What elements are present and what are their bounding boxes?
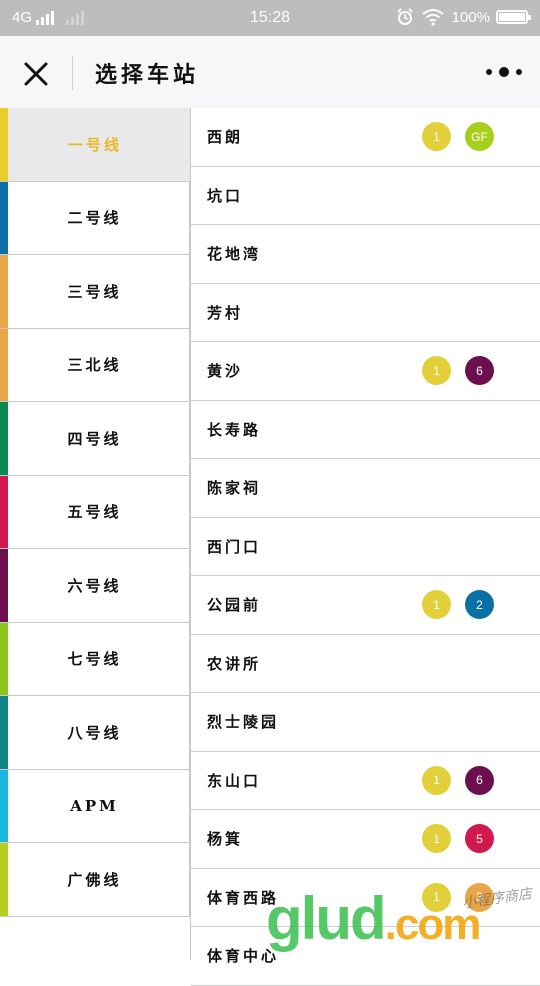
line-color-bar <box>0 549 8 622</box>
nav-divider <box>72 56 73 90</box>
line-badge: 6 <box>465 765 494 795</box>
station-row[interactable]: 芳村 <box>191 284 540 342</box>
line-menu-item[interactable]: 四号线 <box>0 402 190 476</box>
close-icon[interactable] <box>20 58 52 90</box>
more-dot-icon <box>486 69 492 75</box>
transfer-badges: 16 <box>408 356 494 385</box>
station-name: 东山口 <box>207 771 262 790</box>
station-row[interactable]: 杨箕 1 5 <box>191 810 540 869</box>
watermark-brand: glud.com <box>266 884 481 953</box>
line-color-bar <box>0 475 8 548</box>
battery-icon <box>496 10 531 24</box>
station-row[interactable]: 公园前 1 2 <box>191 576 540 635</box>
line-label: 三北线 <box>67 356 122 375</box>
alarm-icon <box>396 8 413 25</box>
line-label: APM <box>70 796 119 815</box>
more-dot-icon <box>516 69 522 75</box>
line-color-bar <box>0 255 8 328</box>
line-label: 一号线 <box>67 135 122 154</box>
line-menu-item[interactable]: 一号线 <box>0 108 190 182</box>
watermark-logo: glud.com 小程序商店 <box>266 884 540 960</box>
navigation-bar: 选择车站 <box>0 36 540 108</box>
line-menu-item[interactable]: 六号线 <box>0 549 190 623</box>
station-row[interactable]: 花地湾 <box>191 225 540 284</box>
battery-level-fill <box>499 13 525 21</box>
line-label: 六号线 <box>67 576 122 595</box>
line-color-bar <box>0 181 8 254</box>
status-right: 100% <box>396 8 531 26</box>
line-badge: 6 <box>465 356 494 385</box>
metro-lines-menu: 一号线二号线三号线三北线四号线五号线六号线七号线八号线 APM 广佛线 <box>0 108 190 960</box>
station-name: 长寿路 <box>207 420 262 439</box>
station-row[interactable]: 东山口 1 6 <box>191 752 540 810</box>
station-row[interactable]: 西朗 1 GF <box>191 108 540 167</box>
station-name: 西门口 <box>207 537 262 556</box>
line-badge: 1 <box>422 356 451 385</box>
transfer-badges: 1 GF <box>408 122 494 151</box>
station-name: 农讲所 <box>207 654 262 673</box>
line-color-bar <box>0 696 8 769</box>
line-menu-item[interactable]: 三号线 <box>0 255 190 329</box>
station-row[interactable]: 农讲所 <box>191 635 540 693</box>
line-menu-item[interactable]: 五号线 <box>0 475 190 549</box>
station-name: 公园前 <box>207 596 262 615</box>
line-label: 七号线 <box>67 650 122 669</box>
line-label: 四号线 <box>67 429 122 448</box>
station-name: 芳村 <box>207 303 244 322</box>
more-options-button[interactable] <box>486 64 522 80</box>
station-row[interactable]: 西门口 <box>191 518 540 576</box>
line-badge: 1 <box>422 765 451 795</box>
line-color-bar <box>0 622 8 695</box>
station-row[interactable]: 坑口 <box>191 167 540 225</box>
station-name: 花地湾 <box>207 245 262 264</box>
line-badge: 1 <box>422 824 451 853</box>
battery-percent: 100% <box>451 8 490 26</box>
line-color-bar <box>0 402 8 475</box>
line-label: 三号线 <box>67 282 122 301</box>
line-badge: 2 <box>465 590 494 619</box>
station-row[interactable]: 黄沙 1 6 <box>191 342 540 401</box>
transfer-badges: 12 <box>408 590 494 619</box>
line-badge: 1 <box>422 590 451 619</box>
line-badge: GF <box>465 122 494 151</box>
line-menu-item[interactable]: 二号线 <box>0 181 190 255</box>
line-color-bar <box>0 843 8 916</box>
line-menu-item[interactable]: 三北线 <box>0 328 190 402</box>
line-menu-item[interactable]: 广佛线 <box>0 843 190 917</box>
line-label: 五号线 <box>67 503 122 522</box>
line-badge: 1 <box>422 122 451 151</box>
station-row[interactable]: 陈家祠 <box>191 459 540 518</box>
station-name: 西朗 <box>207 128 244 147</box>
station-name: 烈士陵园 <box>207 713 280 732</box>
transfer-badges: 16 <box>408 765 494 795</box>
station-name: 坑口 <box>207 186 244 205</box>
status-bar: 4G 15:28 100% <box>0 0 540 36</box>
line-badge: 5 <box>465 824 494 853</box>
line-menu-item[interactable]: 八号线 <box>0 696 190 770</box>
station-name: 黄沙 <box>207 362 244 381</box>
station-name: 陈家祠 <box>207 479 262 498</box>
line-label: 二号线 <box>67 209 122 228</box>
line-menu-item[interactable]: 七号线 <box>0 622 190 696</box>
station-name: 杨箕 <box>207 830 244 849</box>
line-label: 八号线 <box>67 723 122 742</box>
transfer-badges: 15 <box>408 824 494 853</box>
station-row[interactable]: 长寿路 <box>191 401 540 459</box>
page-title: 选择车站 <box>95 62 200 88</box>
line-menu-item[interactable]: APM <box>0 769 190 843</box>
line-color-bar <box>0 769 8 842</box>
line-color-bar <box>0 108 8 181</box>
station-row[interactable]: 烈士陵园 <box>191 693 540 752</box>
line-label: 广佛线 <box>67 870 122 889</box>
station-list: 西朗 1 GF 坑口 花地湾 芳村 黄沙 1 6 长寿路 陈家祠 西门口 公园前 1 2 农讲所 烈士陵园 东山口… <box>190 108 540 986</box>
wifi-icon <box>422 9 444 26</box>
watermark-brand-text: glud <box>266 885 387 952</box>
more-dot-icon <box>499 67 509 77</box>
line-color-bar <box>0 328 8 401</box>
